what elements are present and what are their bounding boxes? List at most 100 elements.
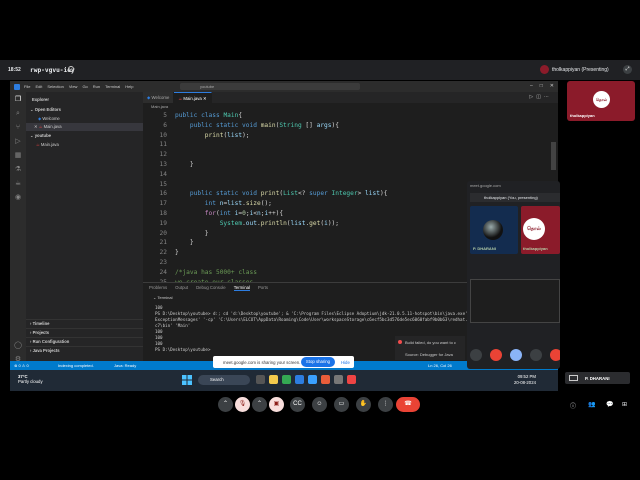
participant-tile-dharani[interactable]: P. DHARANI (470, 206, 518, 254)
source-control-icon[interactable]: ⑂ (14, 124, 22, 132)
menu-item-edit[interactable]: Edit (35, 84, 42, 89)
menu-item-terminal[interactable]: Terminal (105, 84, 120, 89)
present-icon[interactable] (510, 349, 522, 361)
sharing-text: meet.google.com is sharing your screen. (223, 360, 301, 365)
account-icon[interactable]: ◯ (14, 342, 22, 350)
code-token: Integer (331, 190, 358, 198)
build-failed-toast[interactable]: Build failed, do you want to c Source: D… (395, 336, 465, 360)
editor-scrollbar[interactable] (551, 142, 556, 170)
more-options-icon[interactable]: ⋮ (378, 397, 393, 412)
code-token: int (219, 210, 235, 217)
more-icon[interactable] (530, 349, 542, 361)
taskbar-clock[interactable]: 09:52 PM 20-08-2024 (514, 374, 536, 386)
task-view-icon[interactable] (256, 375, 265, 384)
open-editor-item[interactable]: ◆ Welcome (26, 115, 143, 123)
mic-options-icon[interactable]: ⌃ (218, 397, 233, 412)
line-number: 21 (159, 239, 167, 247)
status-cursor-position[interactable]: Ln 26, Col 26 (428, 363, 452, 368)
mic-off-icon[interactable]: 🎙 (235, 397, 250, 412)
error-icon (398, 340, 402, 344)
projects-section[interactable]: › Projects (26, 328, 143, 336)
chrome-icon[interactable] (282, 375, 291, 384)
status-java[interactable]: Java: Ready (114, 363, 136, 368)
presentation-thumbnail[interactable] (470, 279, 560, 323)
participant-mini-tile[interactable]: P. DHARANI (565, 372, 630, 384)
close-icon[interactable]: ✕ (550, 83, 554, 89)
participant-tile-tholkappiyan[interactable]: தொல் tholkappiyan (521, 206, 560, 254)
extensions-icon[interactable]: ▦ (14, 152, 22, 160)
menu-item-file[interactable]: File (24, 84, 30, 89)
remote-status[interactable]: ⊗ 0 ⚠ 0 (14, 363, 29, 368)
screen-sharing-bar: meet.google.com is sharing your screen. … (213, 356, 354, 368)
code-token: ); (242, 131, 250, 139)
open-editors-header[interactable]: ⌄ Open Editors (26, 106, 143, 114)
command-center-search[interactable]: youtube (180, 83, 360, 90)
panel-tab-debug-console[interactable]: Debug Console (196, 285, 226, 291)
camera-options-icon[interactable]: ⌃ (252, 397, 267, 412)
present-icon[interactable]: ▭ (334, 397, 349, 412)
panel-tab-ports[interactable]: Ports (258, 285, 268, 291)
expand-icon[interactable]: ⤢ (623, 65, 632, 74)
more-icon[interactable]: ⋯ (544, 94, 552, 100)
java-projects-section[interactable]: › Java Projects (26, 346, 143, 354)
minimize-icon[interactable]: – (530, 83, 533, 89)
run-debug-icon[interactable]: ▷ (14, 138, 22, 146)
pip-url: meet.google.com (470, 183, 501, 188)
windows-taskbar: 37°C Partly cloudy Search 09:52 PM 20-08… (10, 370, 558, 391)
java-projects-icon[interactable]: ☕ (14, 180, 22, 188)
timeline-section[interactable]: › Timeline (26, 319, 143, 327)
activities-icon[interactable]: ⊞ (622, 401, 627, 408)
folder-header[interactable]: ⌄ youtube (26, 132, 143, 140)
line-number: 24 (159, 268, 167, 276)
editor-actions: ▷◫⋯ (529, 94, 552, 100)
windows-start-icon[interactable] (182, 375, 192, 385)
store-icon[interactable] (334, 375, 343, 384)
weather-widget[interactable]: 37°C Partly cloudy (18, 374, 43, 384)
panel-tab-output[interactable]: Output (175, 285, 188, 291)
search-icon[interactable]: ⌕ (14, 110, 22, 118)
emoji-icon[interactable]: ☺ (312, 397, 327, 412)
camera-off-icon[interactable]: ▣ (269, 397, 284, 412)
file-explorer-icon[interactable] (269, 375, 278, 384)
taskbar-search[interactable]: Search (198, 375, 250, 385)
panel-tab-terminal[interactable]: Terminal (233, 285, 250, 291)
mic-icon[interactable] (470, 349, 482, 361)
tab-welcome[interactable]: ◆ Welcome (143, 92, 175, 103)
panel-tab-problems[interactable]: Problems (149, 285, 167, 291)
remote-icon[interactable]: ◉ (14, 194, 22, 202)
app-icon[interactable] (347, 375, 356, 384)
menu-item-run[interactable]: Run (93, 84, 100, 89)
end-call-icon[interactable] (550, 349, 560, 361)
raise-hand-icon[interactable]: ✋ (356, 397, 371, 412)
menu-item-selection[interactable]: Selection (47, 84, 63, 89)
run-configuration-section[interactable]: › Run Configuration (26, 337, 143, 345)
edge-icon[interactable] (308, 375, 317, 384)
split-editor-icon[interactable]: ◫ (536, 94, 544, 100)
captions-icon[interactable]: CC (290, 397, 305, 412)
chat-icon[interactable]: 💬 (606, 401, 613, 408)
code-line: System.out.println(list.get(i)); (175, 220, 339, 227)
testing-icon[interactable]: ⚗ (14, 166, 22, 174)
meeting-details-icon[interactable]: ⓘ (570, 401, 576, 410)
vscode-taskbar-icon[interactable] (295, 375, 304, 384)
maximize-icon[interactable]: □ (540, 83, 543, 89)
menu-item-help[interactable]: Help (125, 84, 133, 89)
info-icon[interactable] (68, 66, 74, 72)
hide-button[interactable]: Hide (341, 360, 350, 365)
code-token: <? (297, 190, 310, 198)
file-item[interactable]: ☕ Main.java (26, 141, 143, 149)
menu-item-view[interactable]: View (69, 84, 78, 89)
end-call-button[interactable]: ☎ (396, 397, 420, 412)
people-icon[interactable]: 👥 (588, 401, 595, 408)
stop-sharing-button[interactable]: Stop sharing (301, 357, 335, 367)
code-token: get (309, 219, 321, 227)
camera-off-icon[interactable] (490, 349, 502, 361)
tab-main-java[interactable]: ☕ Main.java ✕ (174, 92, 212, 103)
menu-item-go[interactable]: Go (82, 84, 87, 89)
status-indexing: Indexing completed. (58, 363, 94, 368)
explorer-icon[interactable]: ❐ (14, 96, 22, 104)
self-video-tile[interactable]: தொல் tholkappiyan (567, 81, 635, 121)
open-editor-item[interactable]: ✕ ☕ Main.java (26, 123, 143, 131)
code-line: } (175, 249, 179, 256)
brave-icon[interactable] (321, 375, 330, 384)
